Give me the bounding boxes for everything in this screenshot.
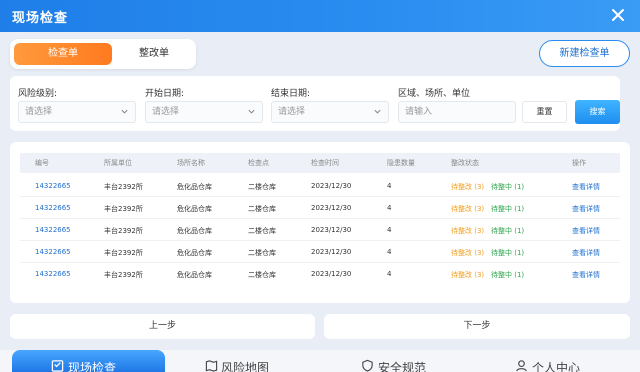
table-row: 14322665 丰台2392所 危化品仓库 二楼仓库 2023/12/30 4…: [20, 263, 620, 285]
nav-label: 个人中心: [532, 361, 581, 372]
unit-cell: 丰台2392所: [104, 227, 143, 235]
title-bar: 现场检查: [0, 0, 640, 32]
risk-level-select[interactable]: 请选择: [18, 101, 136, 123]
record-id-link[interactable]: 14322665: [35, 182, 71, 190]
risk-level-placeholder: 请选择: [25, 107, 53, 117]
risk-level-label: 风险级别:: [18, 89, 58, 99]
unit-cell: 丰台2392所: [104, 271, 143, 279]
point-cell: 二楼仓库: [248, 205, 276, 213]
shield-icon: [362, 359, 373, 372]
inspection-table: 编号 所属单位 场所名称 检查点 检查时间 隐患数量 整改状态 操作 14322…: [10, 142, 630, 303]
tab-rectification-sheet[interactable]: 整改单: [114, 43, 194, 65]
user-icon: [516, 360, 527, 372]
place-cell: 危化品仓库: [177, 249, 212, 257]
column-header: 整改状态: [451, 159, 479, 167]
view-details-link[interactable]: 查看详情: [572, 182, 600, 192]
place-cell: 危化品仓库: [177, 227, 212, 235]
map-icon: [205, 360, 218, 372]
inspection-icon: [51, 360, 64, 372]
time-cell: 2023/12/30: [311, 182, 352, 190]
status-in-progress: 待整中 (1): [491, 183, 525, 191]
chevron-down-icon: [374, 109, 381, 114]
reset-button[interactable]: 重置: [522, 101, 567, 123]
column-header: 场所名称: [177, 159, 205, 167]
unit-cell: 丰台2392所: [104, 249, 143, 257]
table-row: 14322665 丰台2392所 危化品仓库 二楼仓库 2023/12/30 4…: [20, 241, 620, 263]
count-cell: 4: [387, 248, 392, 256]
column-header: 编号: [35, 159, 49, 167]
count-cell: 4: [387, 226, 392, 234]
status-pending: 待整改 (3): [451, 249, 485, 257]
nav-item-profile[interactable]: 个人中心: [512, 350, 632, 372]
end-date-label: 结束日期:: [271, 89, 311, 99]
count-cell: 4: [387, 182, 392, 190]
point-cell: 二楼仓库: [248, 183, 276, 191]
tab-group: 检查单 整改单: [10, 39, 196, 69]
status-pending: 待整改 (3): [451, 183, 485, 191]
start-date-placeholder: 请选择: [152, 107, 180, 117]
chevron-down-icon: [121, 109, 128, 114]
new-inspection-button[interactable]: 新建检查单: [539, 40, 630, 67]
status-pending: 待整改 (3): [451, 227, 485, 235]
view-details-link[interactable]: 查看详情: [572, 204, 600, 214]
search-button[interactable]: 搜索: [575, 100, 620, 124]
table-row: 14322665 丰台2392所 危化品仓库 二楼仓库 2023/12/30 4…: [20, 197, 620, 219]
area-search-input[interactable]: [398, 101, 516, 123]
point-cell: 二楼仓库: [248, 271, 276, 279]
time-cell: 2023/12/30: [311, 204, 352, 212]
close-icon[interactable]: [610, 7, 626, 23]
end-date-select[interactable]: 请选择: [271, 101, 389, 123]
record-id-link[interactable]: 14322665: [35, 226, 71, 234]
status-pending: 待整改 (3): [451, 271, 485, 279]
nav-item-safety-standards[interactable]: 安全规范: [358, 350, 468, 372]
view-details-link[interactable]: 查看详情: [572, 270, 600, 280]
tab-inspection-sheet[interactable]: 检查单: [14, 43, 112, 65]
nav-item-inspection[interactable]: 现场检查: [12, 350, 165, 372]
time-cell: 2023/12/30: [311, 270, 352, 278]
column-header: 检查时间: [311, 159, 339, 167]
count-cell: 4: [387, 270, 392, 278]
column-header: 检查点: [248, 159, 269, 167]
time-cell: 2023/12/30: [311, 226, 352, 234]
place-cell: 危化品仓库: [177, 271, 212, 279]
column-header: 隐患数量: [387, 159, 415, 167]
status-in-progress: 待整中 (1): [491, 227, 525, 235]
record-id-link[interactable]: 14322665: [35, 204, 71, 212]
column-header: 操作: [572, 159, 586, 167]
nav-label: 安全规范: [378, 361, 427, 372]
status-in-progress: 待整中 (1): [491, 205, 525, 213]
area-label: 区域、场所、单位: [398, 89, 471, 99]
nav-label: 现场检查: [68, 361, 117, 372]
place-cell: 危化品仓库: [177, 183, 212, 191]
prev-step-button[interactable]: 上一步: [10, 314, 315, 339]
status-in-progress: 待整中 (1): [491, 271, 525, 279]
column-header: 所属单位: [104, 159, 132, 167]
unit-cell: 丰台2392所: [104, 183, 143, 191]
status-in-progress: 待整中 (1): [491, 249, 525, 257]
point-cell: 二楼仓库: [248, 249, 276, 257]
next-step-button[interactable]: 下一步: [324, 314, 630, 339]
unit-cell: 丰台2392所: [104, 205, 143, 213]
start-date-select[interactable]: 请选择: [145, 101, 263, 123]
time-cell: 2023/12/30: [311, 248, 352, 256]
table-header: 编号 所属单位 场所名称 检查点 检查时间 隐患数量 整改状态 操作: [20, 153, 620, 173]
start-date-label: 开始日期:: [145, 89, 185, 99]
record-id-link[interactable]: 14322665: [35, 248, 71, 256]
window-title: 现场检查: [12, 11, 69, 26]
view-details-link[interactable]: 查看详情: [572, 226, 600, 236]
end-date-placeholder: 请选择: [278, 107, 306, 117]
chevron-down-icon: [248, 109, 255, 114]
table-row: 14322665 丰台2392所 危化品仓库 二楼仓库 2023/12/30 4…: [20, 175, 620, 197]
bottom-nav: 现场检查 风险地图 安全规范 个人中心: [0, 350, 640, 372]
place-cell: 危化品仓库: [177, 205, 212, 213]
status-pending: 待整改 (3): [451, 205, 485, 213]
record-id-link[interactable]: 14322665: [35, 270, 71, 278]
filter-panel: 风险级别: 请选择 开始日期: 请选择 结束日期: 请选择 区域、场所、单位 重…: [10, 76, 620, 131]
point-cell: 二楼仓库: [248, 227, 276, 235]
table-row: 14322665 丰台2392所 危化品仓库 二楼仓库 2023/12/30 4…: [20, 219, 620, 241]
nav-item-risk-map[interactable]: 风险地图: [200, 350, 310, 372]
view-details-link[interactable]: 查看详情: [572, 248, 600, 258]
count-cell: 4: [387, 204, 392, 212]
nav-label: 风险地图: [221, 361, 270, 372]
